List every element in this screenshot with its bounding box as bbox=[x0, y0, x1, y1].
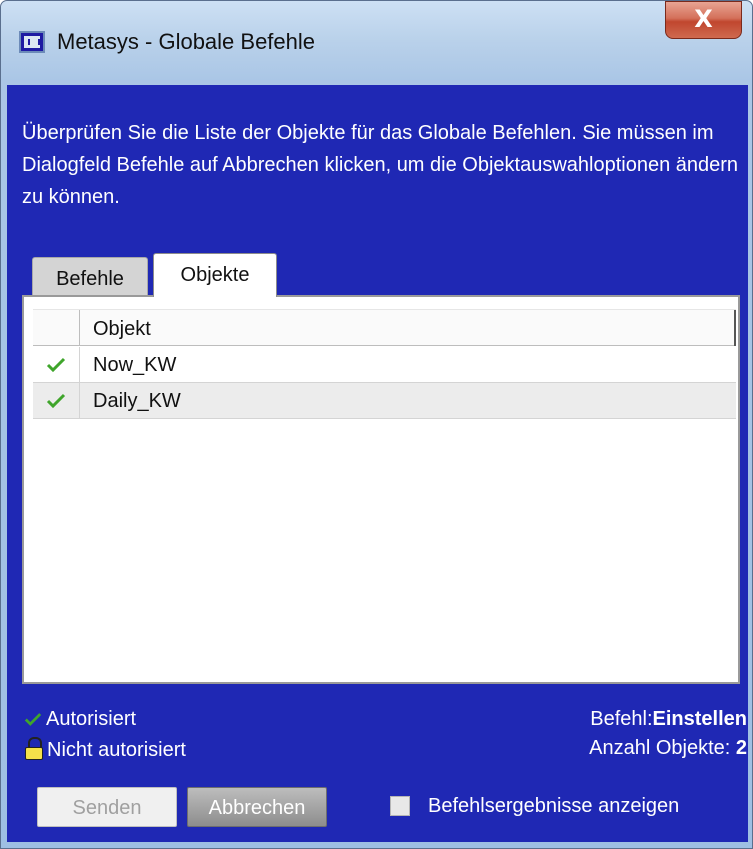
close-icon: X bbox=[694, 5, 713, 33]
objects-panel: Objekt Now_KW Daily_KW bbox=[22, 295, 740, 684]
checkmark-icon bbox=[46, 393, 66, 409]
legend-not-authorized: Nicht autorisiert bbox=[24, 737, 186, 762]
checkmark-icon bbox=[46, 357, 66, 373]
legend-not-authorized-label: Nicht autorisiert bbox=[47, 739, 186, 761]
status-cell bbox=[33, 383, 80, 418]
legend-authorized-label: Autorisiert bbox=[46, 708, 137, 730]
show-results-label[interactable]: Befehlsergebnisse anzeigen bbox=[428, 795, 679, 818]
title-bar: Metasys - Globale Befehle X bbox=[1, 1, 752, 85]
count-label: Anzahl Objekte: bbox=[589, 737, 736, 759]
lock-icon bbox=[24, 737, 44, 761]
checkmark-icon bbox=[24, 713, 42, 726]
object-name: Now_KW bbox=[93, 354, 177, 376]
column-header-objekt[interactable]: Objekt bbox=[93, 318, 151, 341]
instructions-text: Überprüfen Sie die Liste der Objekte für… bbox=[22, 122, 739, 208]
close-button[interactable]: X bbox=[665, 1, 742, 39]
send-button[interactable]: Senden bbox=[37, 787, 177, 827]
table-header: Objekt bbox=[33, 309, 736, 346]
count-value: 2 bbox=[735, 737, 747, 759]
table-row[interactable]: Now_KW bbox=[33, 347, 736, 383]
object-count-info: Anzahl Objekte: 2 bbox=[589, 737, 747, 760]
legend-authorized: Autorisiert bbox=[24, 708, 136, 731]
status-cell bbox=[33, 347, 80, 382]
cancel-button[interactable]: Abbrechen bbox=[187, 787, 327, 827]
command-value: Einstellen bbox=[652, 708, 747, 730]
tab-objekte[interactable]: Objekte bbox=[153, 253, 277, 297]
show-results-checkbox[interactable] bbox=[390, 796, 410, 816]
object-name: Daily_KW bbox=[93, 390, 181, 412]
table-row[interactable]: Daily_KW bbox=[33, 383, 736, 419]
metasys-app-icon bbox=[19, 31, 45, 53]
status-column-header[interactable] bbox=[33, 310, 80, 346]
column-resize-handle[interactable] bbox=[734, 310, 736, 346]
tab-befehle[interactable]: Befehle bbox=[32, 257, 148, 295]
command-info: Befehl:Einstellen bbox=[590, 708, 747, 731]
command-label: Befehl: bbox=[590, 708, 653, 730]
window-title: Metasys - Globale Befehle bbox=[57, 29, 316, 54]
